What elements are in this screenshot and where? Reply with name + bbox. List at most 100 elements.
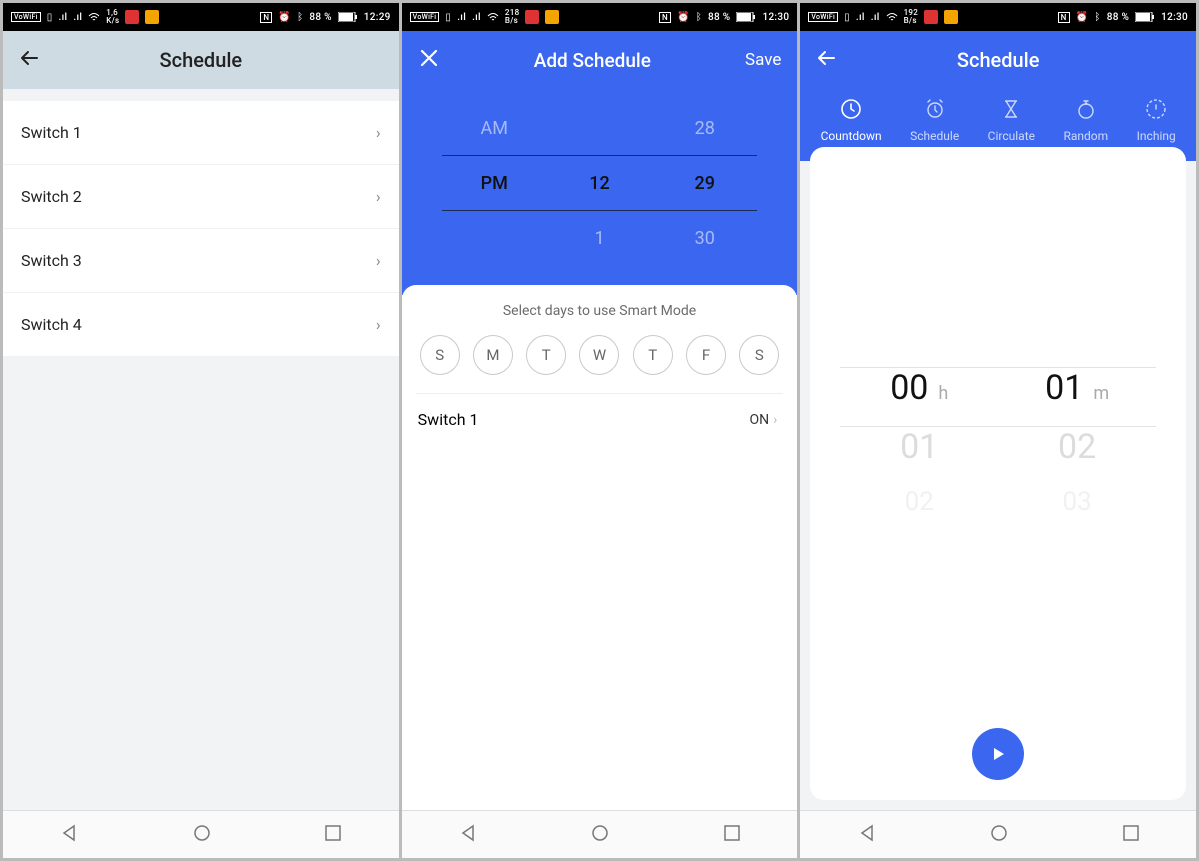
play-icon: [989, 745, 1007, 763]
status-bar: VoWiFi ▯ .ıl .ıl 218B/s N ⏰ ᛒ 88 % 12:30: [402, 3, 798, 31]
tab-random[interactable]: Random: [1063, 95, 1108, 143]
picker-cell: 03: [1062, 487, 1091, 517]
nav-home-icon[interactable]: [590, 823, 610, 847]
tab-label: Inching: [1137, 129, 1176, 143]
list-item[interactable]: Switch 4 ›: [3, 293, 399, 357]
battery-icon: [338, 12, 358, 22]
switch-action-row[interactable]: Switch 1 ON›: [416, 394, 784, 445]
tab-countdown[interactable]: Countdown: [821, 95, 882, 143]
nav-home-icon[interactable]: [989, 823, 1009, 847]
wifi-icon: [487, 12, 499, 22]
day-selector: S M T W T F S: [416, 335, 784, 394]
day-toggle[interactable]: T: [526, 335, 566, 375]
empty-area: [3, 357, 399, 810]
vowifi-icon: VoWiFi: [11, 12, 41, 22]
android-navbar: [3, 810, 399, 858]
close-button[interactable]: [418, 47, 440, 73]
save-button[interactable]: Save: [745, 50, 781, 70]
data-rate: 218B/s: [505, 9, 520, 25]
start-button[interactable]: [972, 728, 1024, 780]
nav-recent-icon[interactable]: [1122, 824, 1140, 846]
nav-back-icon[interactable]: [458, 823, 478, 847]
battery-pct: 88 %: [708, 12, 730, 23]
sim-icon: ▯: [844, 12, 850, 23]
empty-area: [416, 445, 784, 810]
alarm-icon: ⏰: [278, 12, 291, 23]
header: Schedule: [800, 31, 1196, 89]
notif-icon-2: [944, 10, 958, 24]
tab-circulate[interactable]: Circulate: [988, 95, 1035, 143]
picker-cell: 02: [905, 487, 934, 517]
tab-label: Schedule: [910, 129, 959, 143]
signal-icon: .ıl: [73, 12, 82, 23]
day-toggle[interactable]: W: [579, 335, 619, 375]
list-item[interactable]: Switch 1 ›: [3, 101, 399, 165]
picker-cell: 01: [900, 427, 938, 467]
nav-back-icon[interactable]: [857, 823, 877, 847]
clock-icon: [837, 95, 865, 123]
sim-icon: ▯: [47, 12, 53, 23]
divider: [3, 89, 399, 101]
day-toggle[interactable]: S: [739, 335, 779, 375]
nav-home-icon[interactable]: [192, 823, 212, 847]
time-picker[interactable]: AM28 PM1229 130: [402, 89, 798, 295]
chevron-right-icon: ›: [376, 187, 381, 206]
battery-icon: [1135, 12, 1155, 22]
status-bar: VoWiFi ▯ .ıl .ıl 1,6K/s N ⏰ ᛒ 88 % 12:29: [3, 3, 399, 31]
wifi-icon: [88, 12, 100, 22]
nav-recent-icon[interactable]: [723, 824, 741, 846]
day-toggle[interactable]: M: [473, 335, 513, 375]
list-item-label: Switch 3: [21, 251, 82, 270]
tab-schedule[interactable]: Schedule: [910, 95, 959, 143]
picker-cell: AM: [442, 118, 547, 139]
switch-list: Switch 1 › Switch 2 › Switch 3 › Switch …: [3, 101, 399, 357]
day-toggle[interactable]: S: [420, 335, 460, 375]
vowifi-icon: VoWiFi: [808, 12, 838, 22]
duration-picker[interactable]: 00h 01m 01 02 02 03: [810, 367, 1186, 517]
wifi-icon: [886, 12, 898, 22]
switch-name: Switch 1: [418, 410, 479, 429]
battery-pct: 88 %: [309, 12, 331, 23]
vowifi-icon: VoWiFi: [410, 12, 440, 22]
list-item-label: Switch 2: [21, 187, 82, 206]
battery-icon: [736, 12, 756, 22]
clock-time: 12:30: [762, 12, 789, 23]
alarm-icon: [921, 95, 949, 123]
list-item[interactable]: Switch 3 ›: [3, 229, 399, 293]
bluetooth-icon: ᛒ: [1094, 12, 1100, 23]
picker-selected: 12: [547, 173, 652, 194]
hours-value: 00: [890, 368, 928, 408]
page-title: Add Schedule: [440, 49, 745, 72]
picker-cell: 30: [652, 228, 757, 249]
status-bar: VoWiFi ▯ .ıl .ıl 192B/s N ⏰ ᛒ 88 % 12:30: [800, 3, 1196, 31]
nfc-icon: N: [1058, 12, 1070, 23]
tab-inching[interactable]: Inching: [1137, 95, 1176, 143]
bottom-sheet: Select days to use Smart Mode S M T W T …: [402, 285, 798, 810]
screen-1: VoWiFi ▯ .ıl .ıl 1,6K/s N ⏰ ᛒ 88 % 12:29…: [1, 1, 401, 860]
nfc-icon: N: [260, 12, 272, 23]
nav-recent-icon[interactable]: [324, 824, 342, 846]
blue-panel: Add Schedule Save AM28 PM1229 130: [402, 31, 798, 295]
notif-icon-1: [525, 10, 539, 24]
data-rate: 1,6K/s: [106, 9, 119, 25]
picker-selected: 29: [652, 173, 757, 194]
day-toggle[interactable]: F: [686, 335, 726, 375]
data-rate: 192B/s: [904, 9, 919, 25]
list-item-label: Switch 4: [21, 315, 82, 334]
battery-pct: 88 %: [1107, 12, 1129, 23]
list-item[interactable]: Switch 2 ›: [3, 165, 399, 229]
nav-back-icon[interactable]: [59, 823, 79, 847]
picker-cell: 02: [1058, 427, 1096, 467]
smart-mode-label: Select days to use Smart Mode: [416, 303, 784, 319]
lower-area: 00h 01m 01 02 02 03: [800, 161, 1196, 810]
alarm-icon: ⏰: [1076, 12, 1089, 23]
tab-label: Countdown: [821, 129, 882, 143]
screen-3: VoWiFi ▯ .ıl .ıl 192B/s N ⏰ ᛒ 88 % 12:30: [798, 1, 1198, 860]
day-toggle[interactable]: T: [633, 335, 673, 375]
minutes-value: 01: [1045, 368, 1083, 408]
notif-icon-1: [125, 10, 139, 24]
chevron-right-icon: ›: [773, 412, 777, 428]
notif-icon-1: [924, 10, 938, 24]
stopwatch-icon: [1072, 95, 1100, 123]
bluetooth-icon: ᛒ: [696, 12, 702, 23]
